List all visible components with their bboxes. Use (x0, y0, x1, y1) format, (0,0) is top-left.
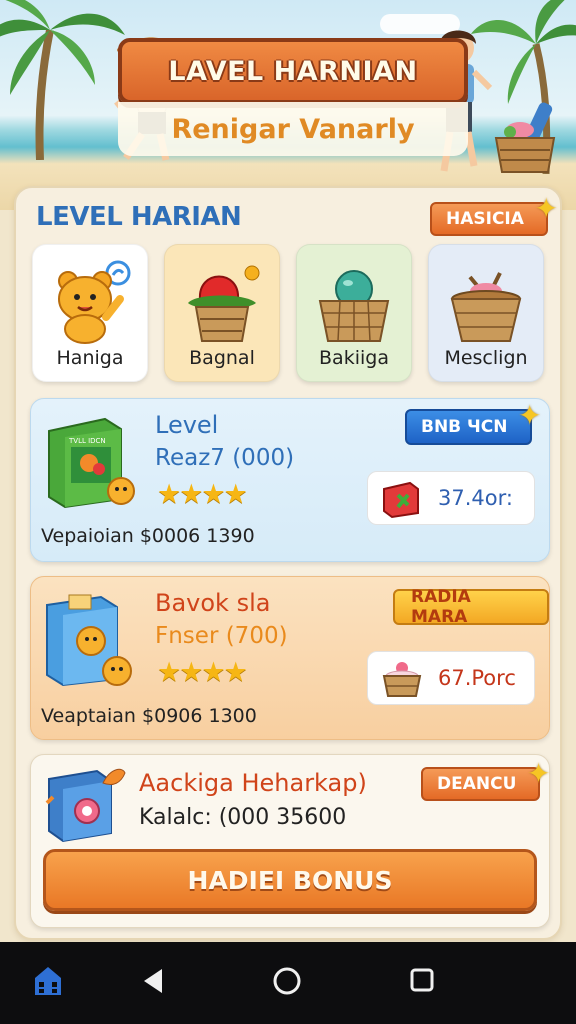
category-tile-bakiiga[interactable]: Bakiiga (296, 244, 412, 382)
category-label: Mesclign (444, 347, 528, 369)
fruit-basket-icon (188, 265, 260, 342)
bonus-card[interactable]: Aackiga Heharkap) Kalalc: (000 35600 DEA… (30, 754, 550, 928)
system-navigation-bar (0, 942, 576, 1024)
basket-icon (450, 272, 522, 342)
category-tile-mesclign[interactable]: Mesclign (428, 244, 544, 382)
card-badge-label: RADIA MARA (411, 587, 471, 627)
header-banner: LAVEL HARNIAN Renigar Vanarly (118, 38, 468, 158)
rating-stars: ★★★★ (157, 479, 248, 510)
recents-icon[interactable] (408, 966, 436, 994)
card-subtitle: Kalalc: (000 35600 (139, 805, 347, 830)
card-footer: Veaptaian $0906 1300 (41, 705, 257, 727)
box-label: TVLL IDCN (68, 437, 106, 445)
price-tag[interactable]: 37.4or: (367, 471, 535, 525)
home-icon[interactable] (32, 964, 64, 998)
category-label: Bagnal (189, 347, 255, 369)
back-icon[interactable] (140, 966, 166, 996)
game-box-icon: TVLL IDCN (48, 417, 135, 509)
picnic-basket-icon (494, 102, 556, 173)
banner-subtitle: Renigar Vanarly (118, 102, 468, 156)
level-card-2[interactable]: Bavok sla Fnser (700) ★★★★ Veaptaian $09… (30, 576, 550, 740)
card-subtitle: Fnser (700) (155, 623, 288, 649)
panel-corner-badge[interactable]: HASICIA ✦ (430, 192, 558, 236)
gift-box-icon (383, 481, 419, 519)
toy-box-icon (46, 594, 132, 687)
bear-icon (58, 260, 131, 344)
sparkle-icon: ✦ (526, 757, 551, 790)
card-badge-ribbon[interactable]: RADIA MARA (393, 587, 549, 627)
rating-stars: ★★★★ (157, 657, 248, 688)
card-badge[interactable]: DEANCU ✦ (421, 757, 550, 801)
price-tag[interactable]: 67.Porc (367, 651, 535, 705)
card-name: Bavok sla (155, 589, 271, 617)
category-label: Bakiiga (319, 347, 389, 369)
bonus-button[interactable]: HADIEI BONUS (43, 849, 537, 911)
sparkle-icon: ✦ (518, 399, 542, 432)
sparkle-icon: ✦ (534, 192, 558, 225)
cake-basket-icon (382, 662, 422, 697)
daily-level-panel: LEVEL HARIAN HASICIA ✦ Haniga Bagnal Bak… (14, 186, 562, 940)
mystery-box-icon (45, 768, 126, 843)
banner-title: LAVEL HARNIAN (168, 55, 418, 87)
card-footer: Vepaioian $0006 1390 (41, 525, 255, 547)
level-card-1[interactable]: TVLL IDCN Level Reaz7 (000) ★★★★ Vepaioi… (30, 398, 550, 562)
price-value: 67.Porc (438, 666, 516, 690)
card-name: Aackiga Heharkap) (139, 769, 367, 797)
panel-corner-badge-label: HASICIA (446, 209, 524, 229)
panel-title: LEVEL HARIAN (36, 202, 242, 232)
card-name: Level (155, 411, 219, 439)
banner-title-plate: LAVEL HARNIAN (118, 38, 468, 104)
price-value: 37.4or: (438, 486, 513, 510)
beach-header-scene: LAVEL HARNIAN Renigar Vanarly (0, 0, 576, 210)
ball-basket-icon (318, 270, 390, 342)
card-badge-label: BNB ЧCN (421, 417, 508, 437)
category-tile-haniga[interactable]: Haniga (32, 244, 148, 382)
home-circle-icon[interactable] (272, 966, 302, 996)
category-tile-bagnal[interactable]: Bagnal (164, 244, 280, 382)
card-badge[interactable]: BNB ЧCN ✦ (405, 399, 542, 445)
category-label: Haniga (56, 347, 124, 369)
card-badge-label: DEANCU (437, 774, 517, 794)
card-subtitle: Reaz7 (000) (155, 445, 295, 471)
